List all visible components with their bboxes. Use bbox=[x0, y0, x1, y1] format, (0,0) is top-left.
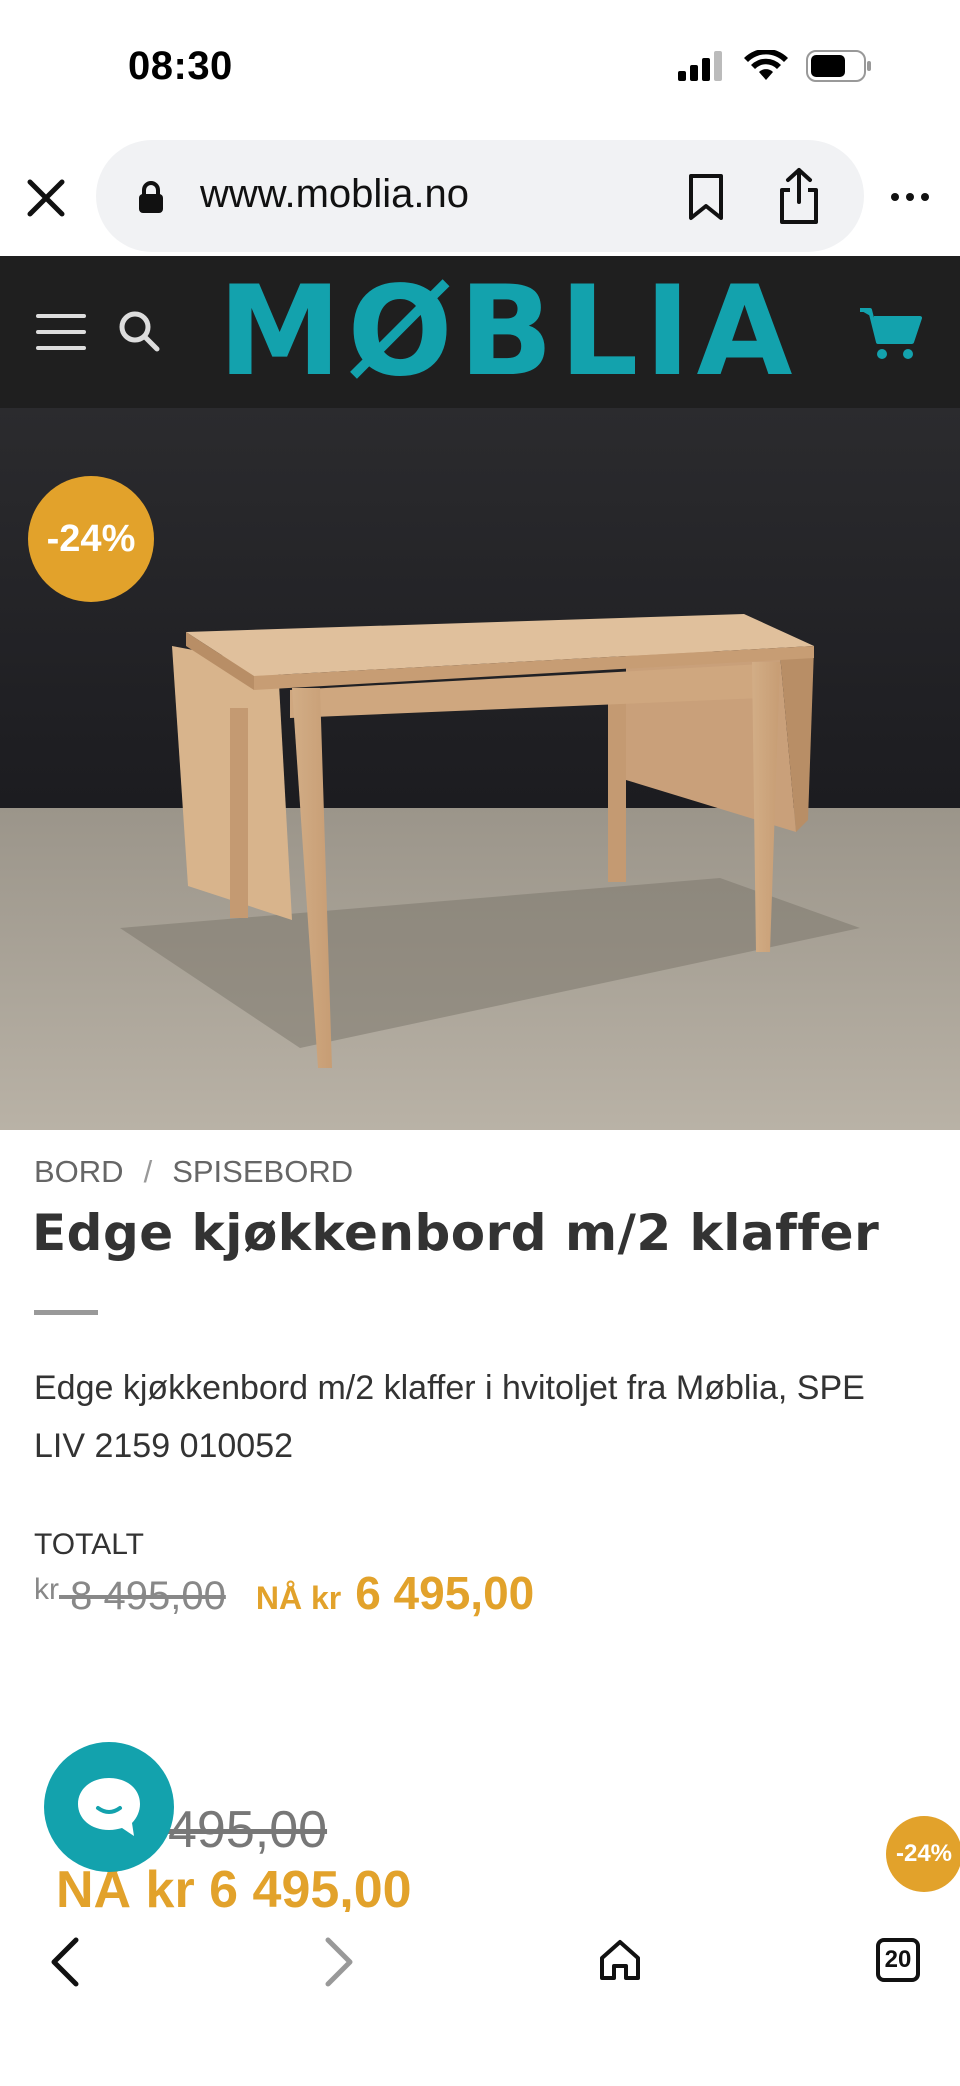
price-row: kr 8 495,00 NÅ kr 6 495,00 bbox=[34, 1566, 534, 1620]
discount-badge: -24% bbox=[28, 476, 154, 602]
status-time: 08:30 bbox=[128, 44, 233, 88]
chevron-right-icon[interactable] bbox=[320, 1934, 360, 1990]
title-divider bbox=[34, 1310, 98, 1315]
tabs-button[interactable]: 20 bbox=[876, 1938, 920, 1982]
close-icon[interactable] bbox=[24, 176, 68, 220]
old-price-currency: kr bbox=[34, 1573, 59, 1606]
signal-icon bbox=[678, 51, 722, 81]
product-title: Edge kjøkkenbord m/2 klaffer bbox=[32, 1204, 880, 1262]
mini-discount-badge: -24% bbox=[886, 1816, 960, 1892]
wifi-icon bbox=[744, 50, 788, 80]
share-icon[interactable] bbox=[776, 166, 822, 226]
browser-toolbar: 20 bbox=[0, 1912, 960, 2086]
old-price-value: 8 495,00 bbox=[59, 1574, 226, 1618]
bookmark-icon[interactable] bbox=[686, 172, 726, 222]
battery-icon bbox=[806, 50, 871, 82]
url-text: www.moblia.no bbox=[200, 172, 470, 216]
old-price: kr 8 495,00 bbox=[34, 1573, 226, 1619]
home-icon[interactable] bbox=[596, 1936, 644, 1984]
hamburger-menu-icon[interactable] bbox=[36, 312, 86, 352]
search-icon[interactable] bbox=[118, 310, 160, 352]
status-bar: 08:30 bbox=[0, 0, 960, 140]
site-logo[interactable]: MØBLIA bbox=[218, 270, 798, 394]
cart-icon[interactable] bbox=[858, 306, 922, 362]
status-icons bbox=[678, 50, 872, 82]
more-icon[interactable] bbox=[890, 192, 930, 202]
chat-icon bbox=[78, 1778, 140, 1836]
chat-button[interactable] bbox=[44, 1742, 174, 1872]
breadcrumb-separator: / bbox=[143, 1154, 153, 1189]
product-description: Edge kjøkkenbord m/2 klaffer i hvitoljet… bbox=[34, 1369, 865, 1465]
chevron-left-icon[interactable] bbox=[44, 1934, 84, 1990]
sticky-old-price: 495,00 bbox=[168, 1801, 328, 1859]
breadcrumb-item-spisebord[interactable]: SPISEBORD bbox=[172, 1154, 353, 1190]
breadcrumb-item-bord[interactable]: BORD bbox=[34, 1154, 124, 1190]
site-header: MØBLIA bbox=[0, 256, 960, 408]
lock-icon bbox=[139, 181, 163, 213]
address-bar[interactable]: www.moblia.no bbox=[96, 140, 864, 252]
now-price: 6 495,00 bbox=[355, 1567, 535, 1619]
total-label: TOTALT bbox=[34, 1528, 145, 1561]
breadcrumb: BORD / SPISEBORD bbox=[34, 1154, 353, 1190]
browser-url-row: www.moblia.no bbox=[0, 140, 960, 256]
now-price-label: NÅ kr bbox=[255, 1580, 342, 1616]
